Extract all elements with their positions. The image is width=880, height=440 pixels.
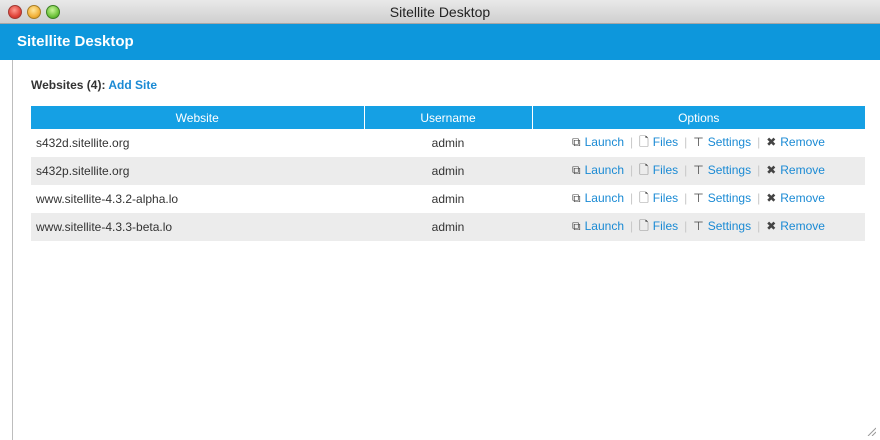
- table-row: s432d.sitellite.org admin ⧉ Launch | 🗋 Files…: [31, 129, 865, 157]
- website-cell: www.sitellite-4.3.3-beta.lo: [31, 213, 364, 241]
- external-link-icon: ⧉: [572, 162, 581, 177]
- table-row: www.sitellite-4.3.3-beta.lo admin ⧉ Launc…: [31, 213, 865, 241]
- file-icon: 🗋: [639, 218, 649, 233]
- website-name: s432d.sitellite.org: [36, 136, 130, 150]
- app-title: Sitellite Desktop: [17, 33, 134, 50]
- website-cell: www.sitellite-4.3.2-alpha.lo: [31, 185, 364, 213]
- launch-link[interactable]: ⧉ Launch: [572, 191, 624, 205]
- files-link[interactable]: 🗋 Files: [639, 135, 678, 149]
- app-header: Sitellite Desktop: [0, 24, 880, 60]
- launch-label: Launch: [584, 218, 624, 233]
- launch-label: Launch: [584, 190, 624, 205]
- separator: |: [684, 218, 688, 233]
- username-cell: admin: [364, 213, 532, 241]
- file-icon: 🗋: [639, 162, 649, 177]
- separator: |: [630, 162, 634, 177]
- username-value: admin: [431, 136, 465, 150]
- column-header-username[interactable]: Username: [364, 106, 533, 129]
- website-cell: s432d.sitellite.org: [31, 129, 364, 157]
- remove-label: Remove: [780, 218, 825, 233]
- launch-label: Launch: [584, 134, 624, 149]
- settings-label: Settings: [707, 190, 752, 205]
- pin-icon: ⊤: [693, 162, 704, 177]
- close-x-icon: ✖: [766, 162, 777, 177]
- username-cell: admin: [364, 129, 532, 157]
- website-name: www.sitellite-4.3.3-beta.lo: [36, 220, 173, 234]
- title-bar[interactable]: Sitellite Desktop: [0, 0, 880, 24]
- files-link[interactable]: 🗋 Files: [639, 219, 678, 233]
- separator: |: [630, 134, 634, 149]
- options-cell: ⧉ Launch | 🗋 Files | ⊤ Settings | ✖ Remove: [532, 213, 865, 241]
- separator: |: [757, 162, 761, 177]
- remove-link[interactable]: ✖ Remove: [766, 135, 825, 149]
- website-name: s432p.sitellite.org: [36, 164, 130, 178]
- pin-icon: ⊤: [693, 218, 704, 233]
- table-row: www.sitellite-4.3.2-alpha.lo admin ⧉ Laun…: [31, 185, 865, 213]
- file-icon: 🗋: [639, 134, 649, 149]
- pin-icon: ⊤: [693, 134, 704, 149]
- add-site-link[interactable]: Add Site: [108, 78, 157, 92]
- pin-icon: ⊤: [693, 190, 704, 205]
- files-label: Files: [652, 190, 679, 205]
- settings-link[interactable]: ⊤ Settings: [693, 135, 751, 149]
- separator: |: [684, 134, 688, 149]
- launch-link[interactable]: ⧉ Launch: [572, 163, 624, 177]
- close-x-icon: ✖: [766, 134, 777, 149]
- separator: |: [757, 218, 761, 233]
- app-window: Sitellite Desktop Sitellite Desktop Webs…: [0, 0, 880, 440]
- separator: |: [630, 218, 634, 233]
- username-cell: admin: [364, 157, 532, 185]
- website-name: www.sitellite-4.3.2-alpha.lo: [36, 192, 179, 206]
- options-cell: ⧉ Launch | 🗋 Files | ⊤ Settings | ✖ Remove: [532, 129, 865, 157]
- remove-label: Remove: [780, 190, 825, 205]
- close-x-icon: ✖: [766, 190, 777, 205]
- separator: |: [757, 190, 761, 205]
- remove-link[interactable]: ✖ Remove: [766, 163, 825, 177]
- remove-link[interactable]: ✖ Remove: [766, 191, 825, 205]
- external-link-icon: ⧉: [572, 134, 581, 149]
- sites-heading: Websites (4): Add Site: [31, 78, 157, 92]
- files-label: Files: [652, 162, 679, 177]
- options-cell: ⧉ Launch | 🗋 Files | ⊤ Settings | ✖ Remove: [532, 157, 865, 185]
- remove-link[interactable]: ✖ Remove: [766, 219, 825, 233]
- remove-label: Remove: [780, 134, 825, 149]
- website-cell: s432p.sitellite.org: [31, 157, 364, 185]
- settings-label: Settings: [707, 134, 752, 149]
- separator: |: [630, 190, 634, 205]
- files-label: Files: [652, 218, 679, 233]
- username-value: admin: [431, 164, 465, 178]
- settings-label: Settings: [707, 162, 752, 177]
- files-link[interactable]: 🗋 Files: [639, 191, 678, 205]
- sites-table: Website Username Options s432d.sitellite…: [31, 106, 865, 241]
- settings-label: Settings: [707, 218, 752, 233]
- table-row: s432p.sitellite.org admin ⧉ Launch | 🗋 Files…: [31, 157, 865, 185]
- resize-grip-icon[interactable]: [866, 426, 876, 436]
- settings-link[interactable]: ⊤ Settings: [693, 219, 751, 233]
- external-link-icon: ⧉: [572, 190, 581, 205]
- launch-link[interactable]: ⧉ Launch: [572, 135, 624, 149]
- column-header-options: Options: [532, 106, 865, 129]
- files-link[interactable]: 🗋 Files: [639, 163, 678, 177]
- sites-count-label: Websites (4):: [31, 78, 106, 92]
- username-value: admin: [431, 220, 465, 234]
- separator: |: [757, 134, 761, 149]
- separator: |: [684, 162, 688, 177]
- window-title: Sitellite Desktop: [389, 4, 491, 20]
- options-cell: ⧉ Launch | 🗋 Files | ⊤ Settings | ✖ Remove: [532, 185, 865, 213]
- settings-link[interactable]: ⊤ Settings: [693, 191, 751, 205]
- launch-label: Launch: [584, 162, 624, 177]
- left-divider: [12, 60, 13, 440]
- files-label: Files: [652, 134, 679, 149]
- column-header-website[interactable]: Website: [31, 106, 365, 129]
- table-header-row: Website Username Options: [31, 106, 865, 129]
- external-link-icon: ⧉: [572, 218, 581, 233]
- remove-label: Remove: [780, 162, 825, 177]
- launch-link[interactable]: ⧉ Launch: [572, 219, 624, 233]
- username-cell: admin: [364, 185, 532, 213]
- file-icon: 🗋: [639, 190, 649, 205]
- username-value: admin: [431, 192, 465, 206]
- close-x-icon: ✖: [766, 218, 777, 233]
- separator: |: [684, 190, 688, 205]
- settings-link[interactable]: ⊤ Settings: [693, 163, 751, 177]
